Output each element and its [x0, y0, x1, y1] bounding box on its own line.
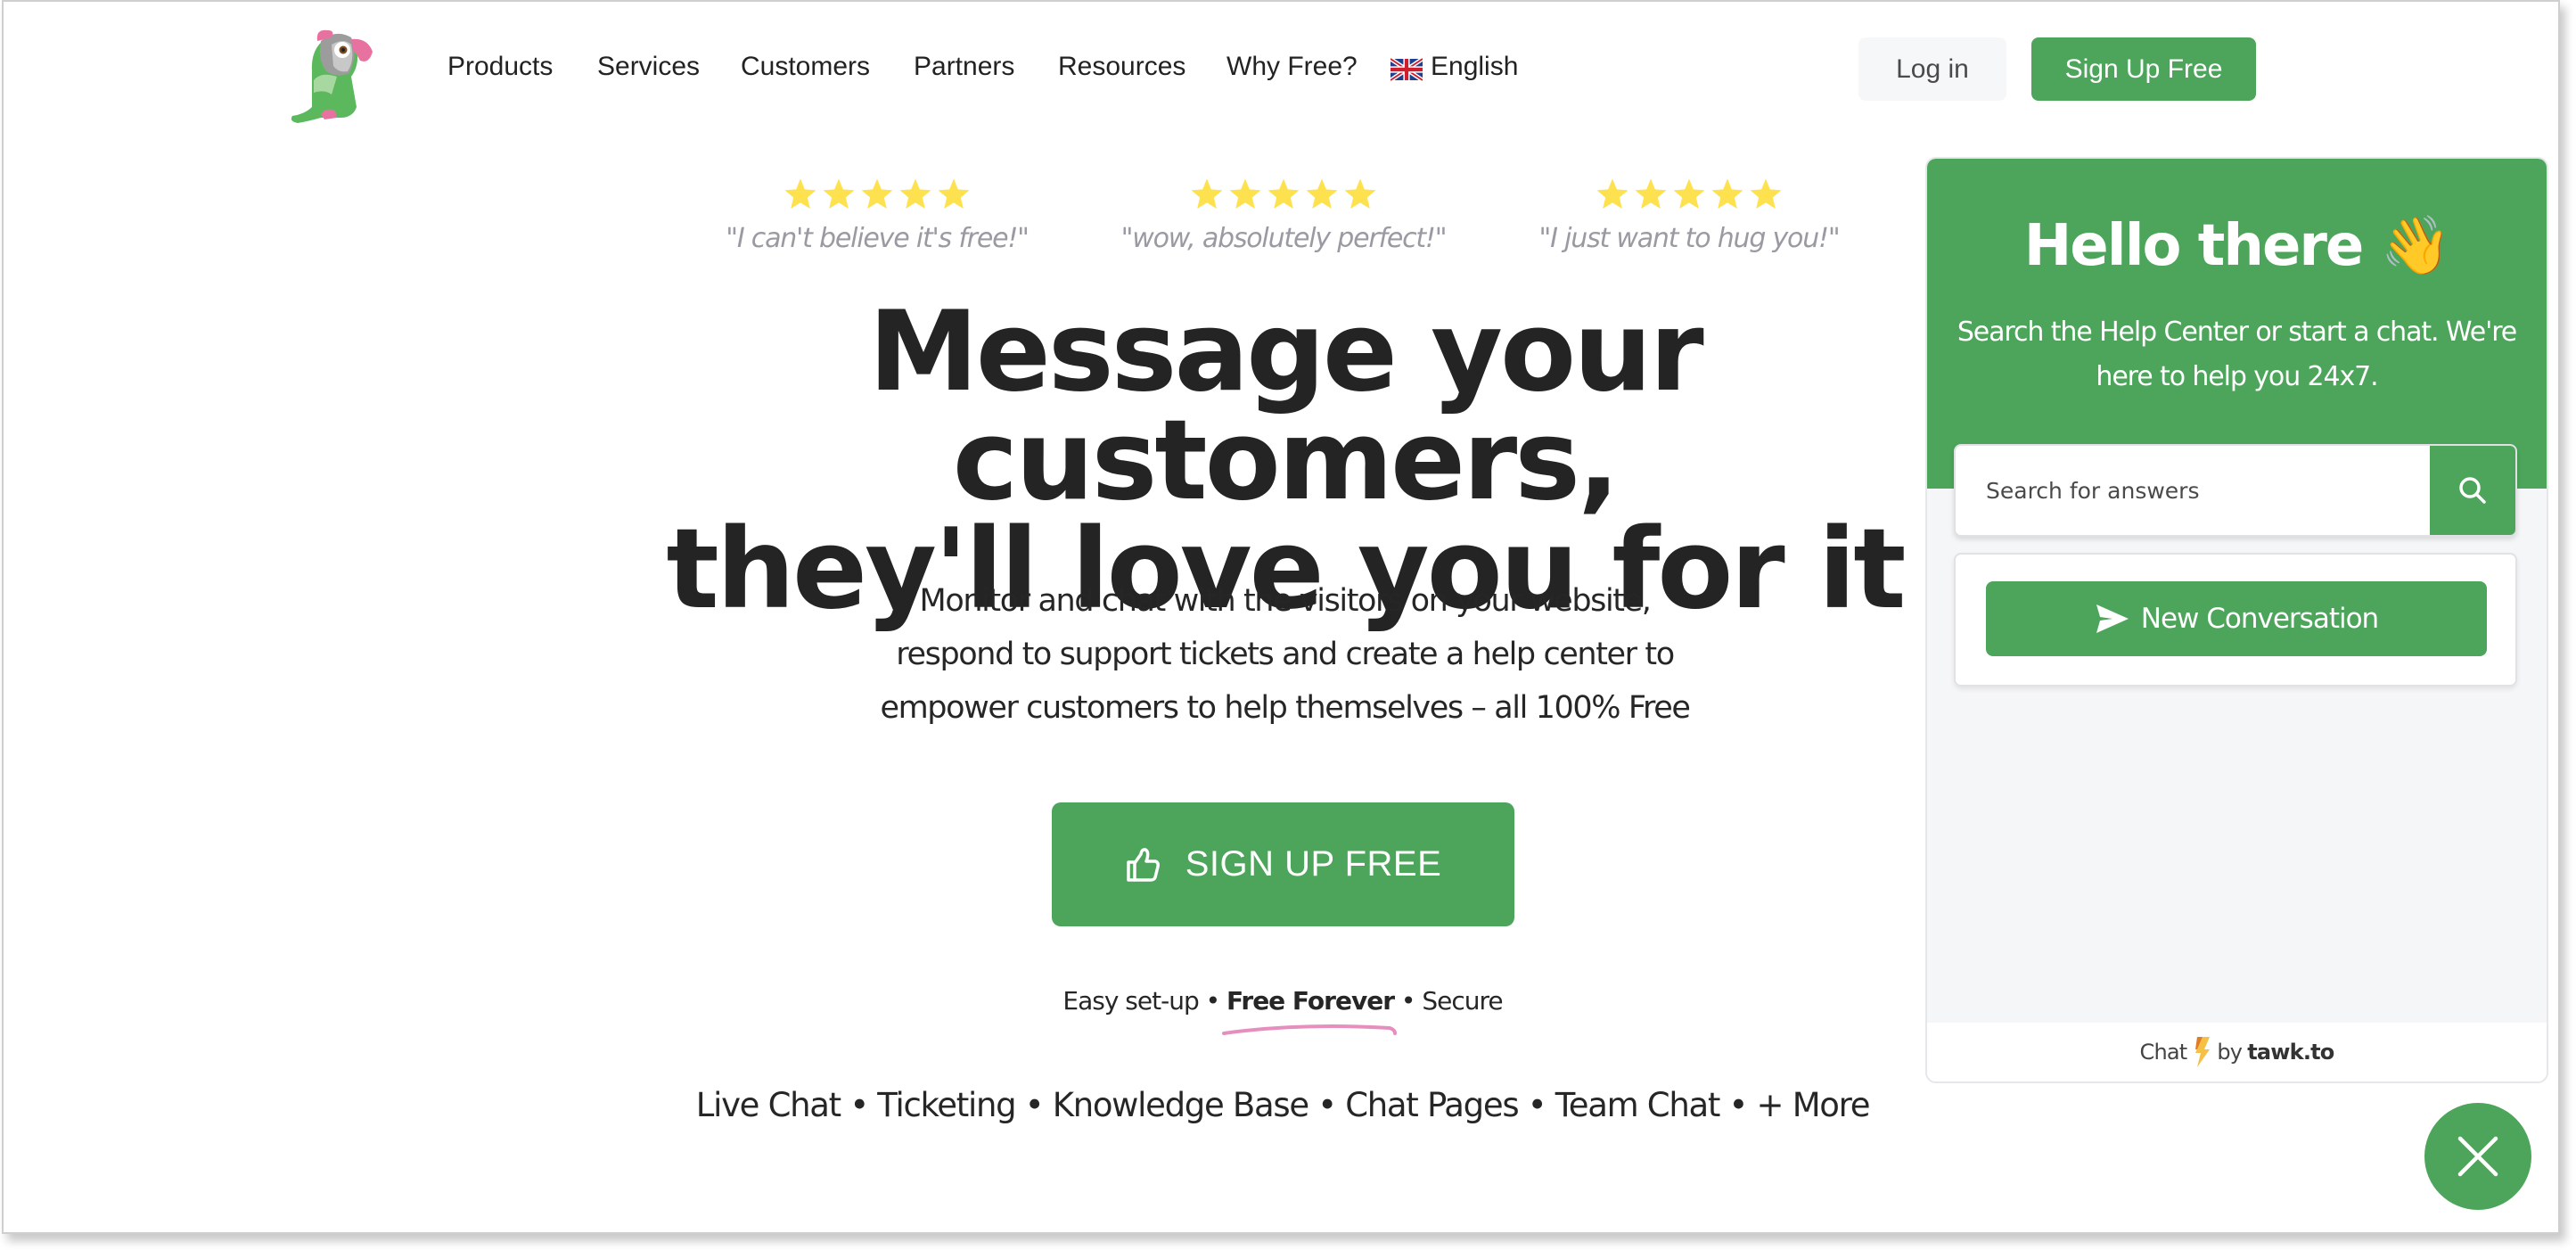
new-conversation-button[interactable]: New Conversation — [1986, 581, 2487, 656]
nav-services[interactable]: Services — [597, 52, 700, 82]
star-filled-icon — [1635, 178, 1667, 209]
nav-products[interactable]: Products — [447, 52, 553, 82]
nav-partners[interactable]: Partners — [914, 52, 1014, 82]
help-search-box — [1954, 444, 2517, 537]
uk-flag-icon[interactable] — [1391, 58, 1423, 81]
hero-headline-line-1: Message your customers, — [868, 288, 1703, 525]
close-chat-button[interactable] — [2424, 1103, 2531, 1210]
testimonial-quote: "wow, absolutely perfect!" — [1120, 223, 1448, 254]
language-selector[interactable]: English — [1431, 52, 1518, 82]
hero-description-line-3: empower customers to help themselves – a… — [880, 690, 1690, 726]
testimonial-2: "wow, absolutely perfect!" — [1096, 177, 1471, 254]
star-rating — [1502, 177, 1876, 214]
branding-brand-text: tawk.to — [2247, 1040, 2334, 1065]
star-filled-icon — [899, 178, 931, 209]
close-icon — [2457, 1136, 2498, 1177]
feature-list: Live Chat • Ticketing • Knowledge Base •… — [695, 1086, 1871, 1124]
chat-widget-panel: Hello there 👋 Search the Help Center or … — [1925, 157, 2548, 1083]
star-filled-icon — [1750, 178, 1782, 209]
new-conversation-card: New Conversation — [1954, 553, 2517, 687]
star-filled-icon — [1306, 178, 1338, 209]
nav-why-free[interactable]: Why Free? — [1226, 52, 1358, 82]
star-rating — [1096, 177, 1471, 214]
pink-underline-swoosh — [1222, 1024, 1397, 1035]
star-filled-icon — [938, 178, 970, 209]
login-button[interactable]: Log in — [1858, 37, 2006, 101]
waving-hand-icon: 👋 — [2380, 213, 2452, 279]
tagline-part-2: • Secure — [1400, 986, 1504, 1016]
chat-widget-subtitle: Search the Help Center or start a chat. … — [1957, 317, 2517, 392]
tagline-highlight: Free Forever — [1226, 986, 1395, 1016]
star-filled-icon — [1267, 178, 1300, 209]
signup-cta-button[interactable]: SIGN UP FREE — [1052, 802, 1514, 926]
thumbs-up-icon — [1126, 847, 1160, 882]
testimonial-quote: "I just want to hug you!" — [1538, 223, 1841, 254]
hero-description: Monitor and chat with the visitors on yo… — [717, 574, 1853, 735]
chat-widget-header: Hello there 👋 Search the Help Center or … — [1927, 159, 2547, 489]
help-search-button[interactable] — [2430, 446, 2515, 535]
help-search-input[interactable] — [1956, 446, 2432, 535]
new-conversation-label: New Conversation — [2140, 603, 2379, 635]
star-filled-icon — [1229, 178, 1261, 209]
star-filled-icon — [1596, 178, 1628, 209]
hero-tagline: Easy set-up • Free Forever • Secure — [895, 986, 1670, 1016]
testimonial-1: "I can't believe it's free!" — [690, 177, 1064, 254]
star-filled-icon — [1711, 178, 1743, 209]
star-filled-icon — [861, 178, 893, 209]
hero-description-line-2: respond to support tickets and create a … — [896, 637, 1675, 672]
browser-viewport: Products Services Customers Partners Res… — [2, 0, 2560, 1234]
star-rating — [690, 177, 1064, 214]
signup-cta-label: SIGN UP FREE — [1185, 844, 1442, 884]
signup-header-button[interactable]: Sign Up Free — [2031, 37, 2256, 101]
tawk-parrot-logo[interactable] — [285, 18, 396, 128]
chat-widget-title-text: Hello there — [2023, 213, 2365, 279]
hero-description-line-1: Monitor and chat with the visitors on yo… — [919, 583, 1652, 619]
star-filled-icon — [1673, 178, 1705, 209]
star-filled-icon — [784, 178, 816, 209]
star-filled-icon — [823, 178, 855, 209]
chat-widget-branding[interactable]: Chat by tawk.to — [1927, 1023, 2547, 1081]
star-filled-icon — [1191, 178, 1223, 209]
tagline-part-1: Easy set-up • — [1062, 986, 1220, 1016]
branding-chat-text: Chat — [2139, 1040, 2187, 1065]
lightning-bolt-icon — [2195, 1037, 2211, 1067]
search-icon — [2459, 477, 2486, 504]
nav-customers[interactable]: Customers — [741, 52, 870, 82]
nav-resources[interactable]: Resources — [1058, 52, 1185, 82]
chat-widget-title: Hello there 👋 — [1927, 212, 2547, 279]
branding-by-text: by — [2217, 1040, 2243, 1065]
testimonial-3: "I just want to hug you!" — [1502, 177, 1876, 254]
star-filled-icon — [1344, 178, 1376, 209]
send-icon — [2096, 604, 2129, 633]
testimonial-quote: "I can't believe it's free!" — [726, 223, 1030, 254]
